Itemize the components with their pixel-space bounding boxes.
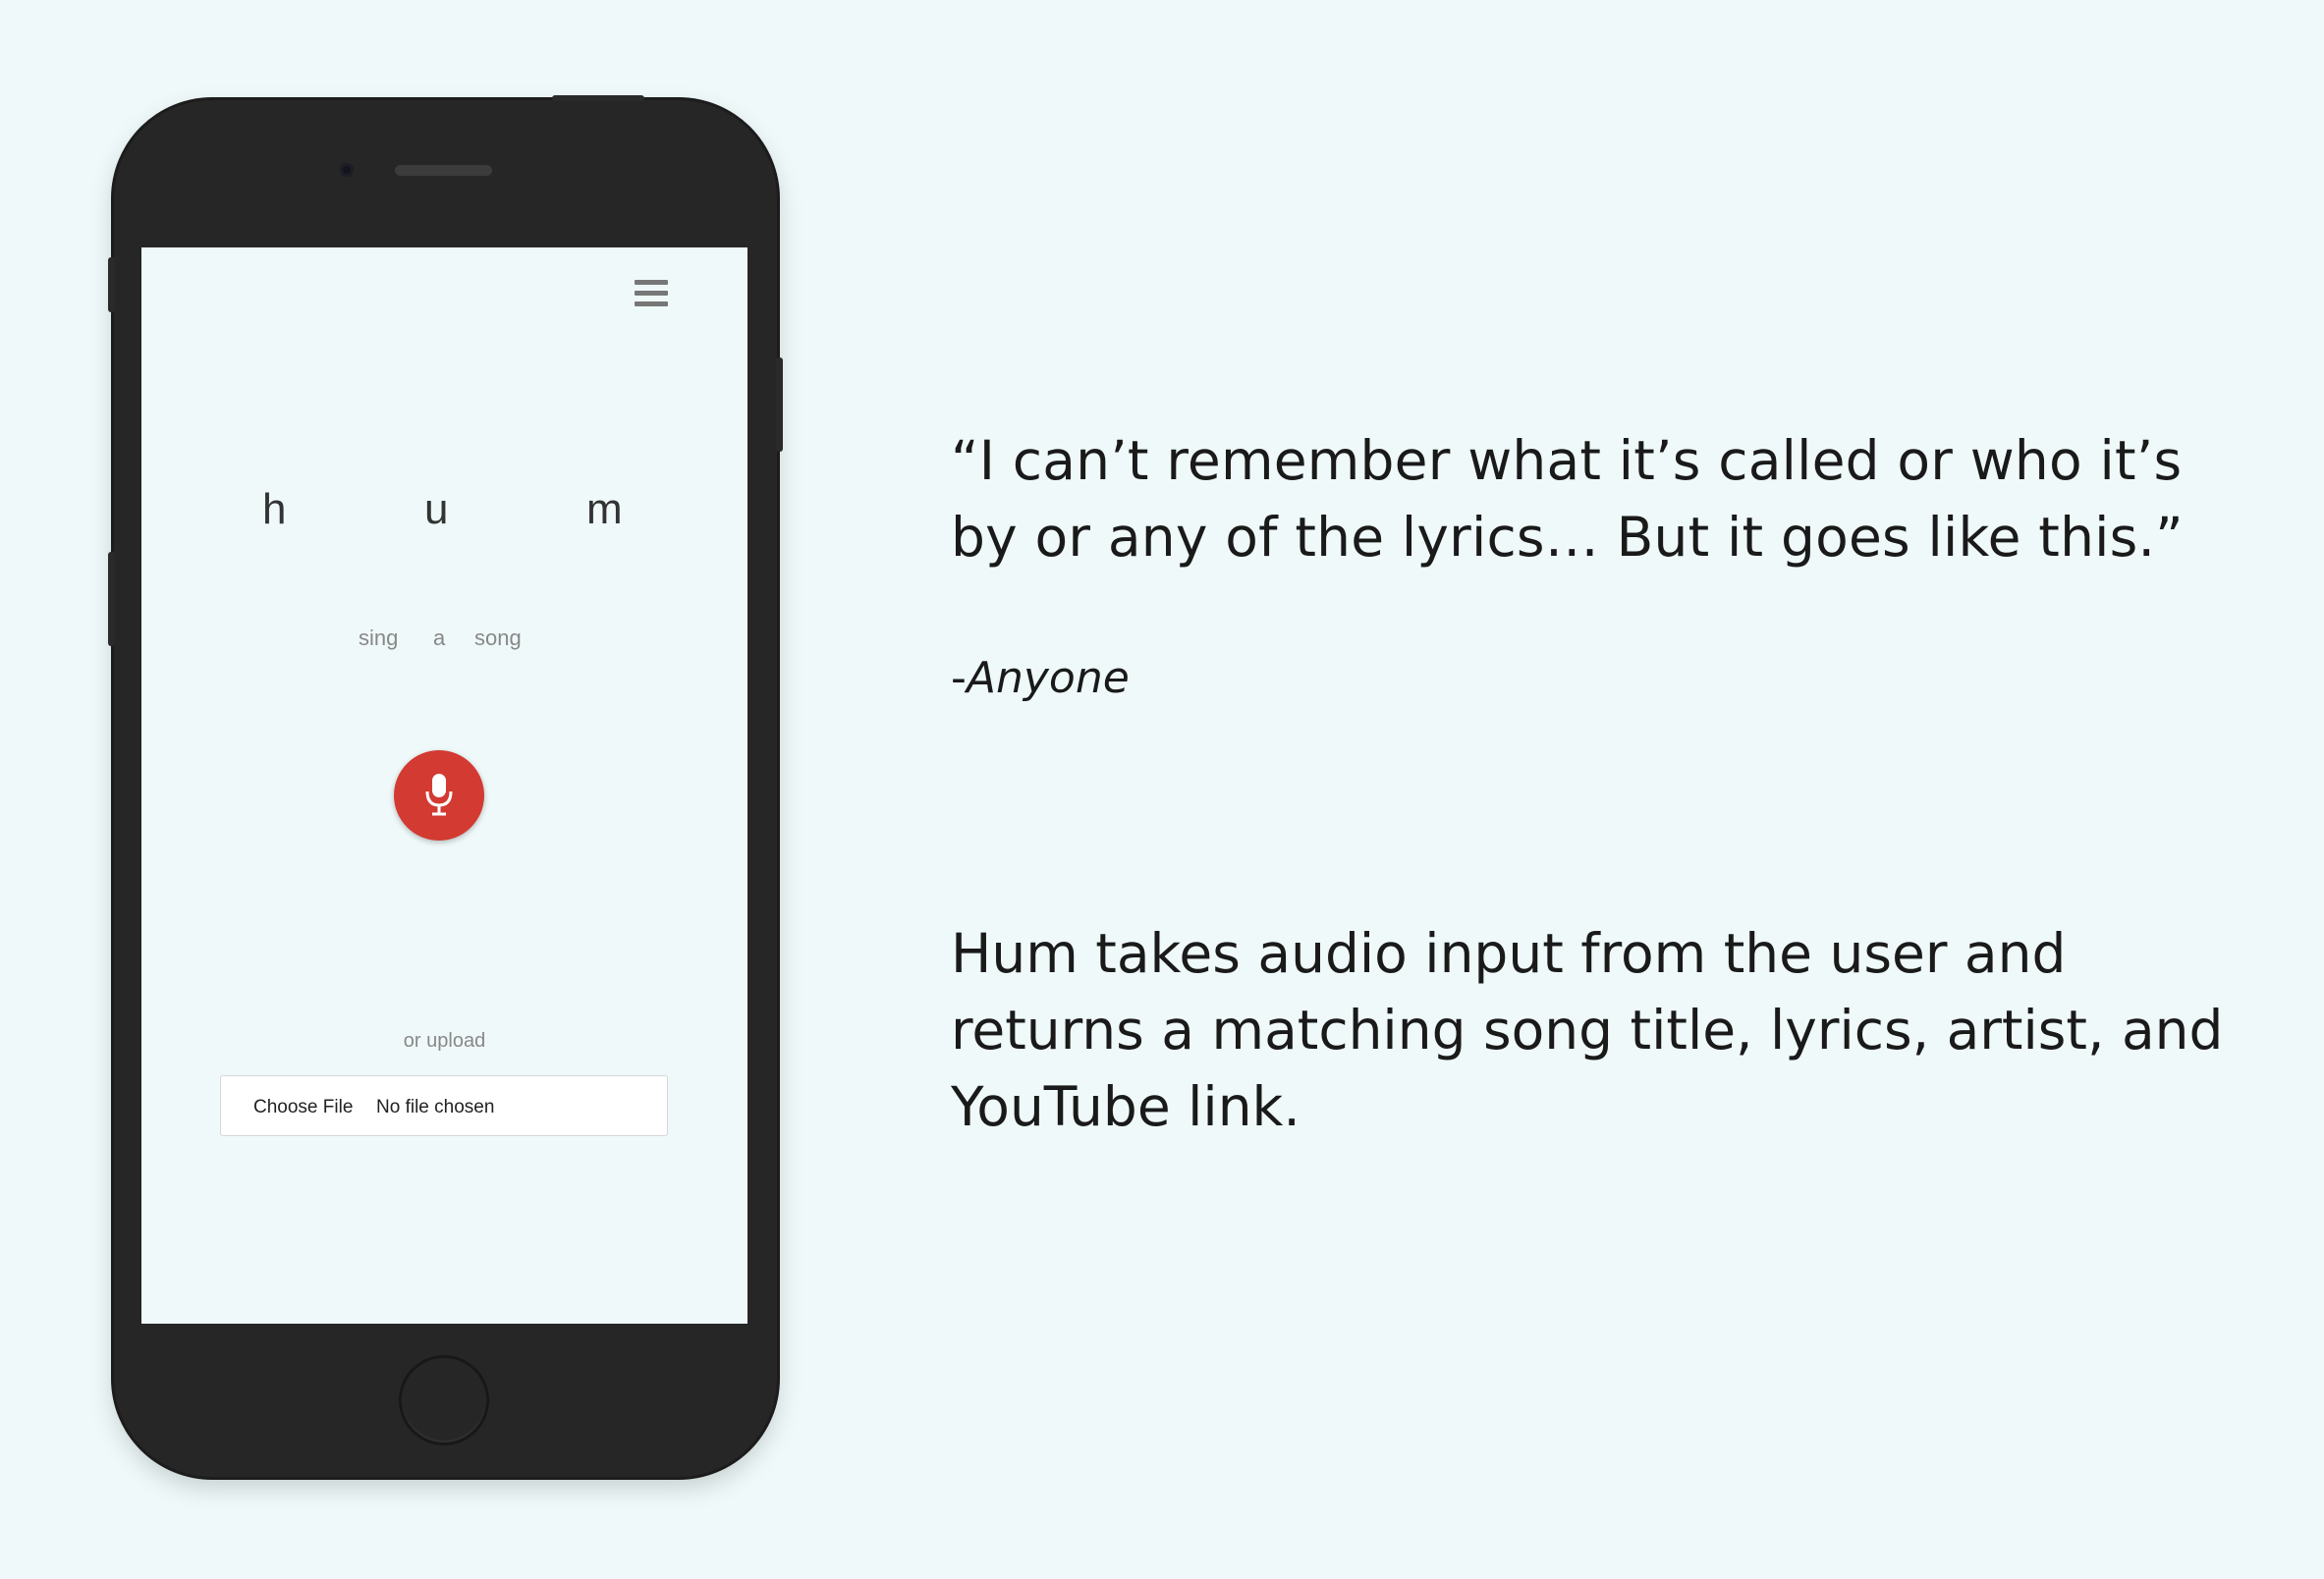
- volume-button: [108, 552, 115, 646]
- side-button: [776, 357, 783, 452]
- phone-screen: h u m sing a song or upload Choose File …: [141, 247, 747, 1324]
- file-status-text: No file chosen: [376, 1097, 495, 1117]
- file-upload-field[interactable]: Choose File No file chosen: [220, 1075, 668, 1136]
- user-quote: “I can’t remember what it’s called or wh…: [951, 429, 2184, 569]
- logo-letter-m: m: [586, 485, 623, 533]
- power-button: [552, 95, 644, 101]
- front-camera: [340, 163, 354, 177]
- home-button: [399, 1355, 489, 1445]
- earpiece-speaker: [395, 165, 492, 176]
- tagline-word-a: a: [433, 626, 446, 650]
- logo-letter-h: h: [262, 485, 287, 533]
- app-description: Hum takes audio input from the user and …: [951, 922, 2224, 1138]
- tagline-word-song: song: [474, 626, 522, 650]
- choose-file-button[interactable]: Choose File: [253, 1097, 353, 1118]
- attribution-prefix: -: [951, 653, 967, 703]
- logo-letter-u: u: [424, 485, 449, 533]
- upload-prompt: or upload: [403, 1030, 486, 1052]
- hamburger-menu-icon[interactable]: [635, 280, 668, 309]
- microphone-icon: [425, 774, 453, 816]
- mute-switch: [108, 257, 115, 312]
- tagline-word-sing: sing: [359, 626, 399, 650]
- attribution-name: Anyone: [966, 653, 1130, 703]
- record-button[interactable]: [394, 750, 484, 841]
- phone-mockup: h u m sing a song or upload Choose File …: [108, 95, 783, 1477]
- quote-attribution: -Anyone: [951, 653, 1130, 703]
